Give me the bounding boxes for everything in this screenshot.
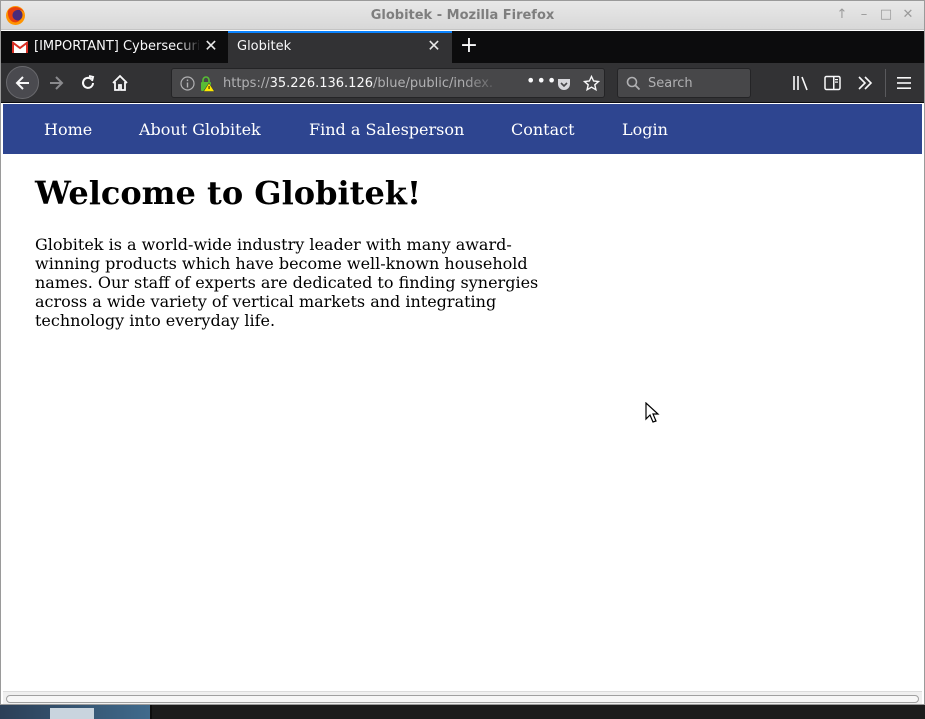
close-icon[interactable]: ✕ bbox=[203, 38, 219, 54]
taskbar-thumbnail bbox=[50, 708, 94, 719]
info-icon[interactable] bbox=[180, 76, 195, 91]
mouse-cursor-icon bbox=[645, 402, 660, 423]
url-host: 35.226.136.126 bbox=[269, 76, 373, 91]
url-bar[interactable]: https://35.226.136.126/blue/public/index… bbox=[171, 68, 605, 98]
scrollbar-thumb[interactable] bbox=[6, 695, 919, 703]
tab-strip: [IMPORTANT] Cybersecurity ✕ Globitek ✕ + bbox=[1, 31, 924, 63]
nav-link-find-salesperson[interactable]: Find a Salesperson bbox=[309, 120, 464, 139]
nav-link-about[interactable]: About Globitek bbox=[139, 120, 261, 139]
url-text[interactable]: https://35.226.136.126/blue/public/index… bbox=[223, 76, 493, 91]
tab-fade bbox=[179, 31, 201, 61]
overflow-chevron-icon[interactable] bbox=[857, 75, 873, 91]
tab-label: [IMPORTANT] Cybersecurity bbox=[34, 39, 199, 54]
url-fade bbox=[462, 71, 502, 95]
home-button[interactable] bbox=[105, 68, 135, 98]
arrow-left-icon bbox=[15, 75, 29, 90]
title-bar: Globitek - Mozilla Firefox ↑ – □ ✕ bbox=[1, 1, 924, 30]
arrow-right-icon bbox=[50, 76, 64, 90]
tab-gmail[interactable]: [IMPORTANT] Cybersecurity ✕ bbox=[1, 31, 227, 63]
pocket-icon[interactable] bbox=[556, 76, 572, 92]
site-navigation: Home About Globitek Find a Salesperson C… bbox=[3, 104, 922, 154]
url-scheme: https:// bbox=[223, 76, 270, 91]
page-content: Home About Globitek Find a Salesperson C… bbox=[3, 104, 922, 691]
window-title: Globitek - Mozilla Firefox bbox=[370, 8, 555, 23]
reload-icon bbox=[82, 75, 95, 89]
tab-label: Globitek bbox=[237, 39, 292, 54]
toolbar-divider bbox=[885, 69, 886, 97]
library-icon[interactable] bbox=[792, 75, 810, 91]
horizontal-scrollbar[interactable] bbox=[3, 691, 922, 704]
search-placeholder: Search bbox=[648, 76, 693, 91]
intro-paragraph: Globitek is a world-wide industry leader… bbox=[35, 235, 539, 330]
gmail-icon bbox=[12, 41, 28, 53]
nav-link-login[interactable]: Login bbox=[622, 120, 668, 139]
hamburger-menu-icon[interactable] bbox=[896, 75, 912, 91]
nav-link-contact[interactable]: Contact bbox=[511, 120, 575, 139]
nav-link-home[interactable]: Home bbox=[44, 120, 92, 139]
page-title: Welcome to Globitek! bbox=[35, 174, 422, 212]
search-icon bbox=[626, 76, 641, 91]
forward-button[interactable] bbox=[41, 68, 71, 98]
window-pin-button[interactable]: ↑ bbox=[834, 7, 850, 23]
window-close-button[interactable]: ✕ bbox=[900, 7, 916, 23]
navigation-toolbar: https://35.226.136.126/blue/public/index… bbox=[1, 63, 924, 103]
reload-button[interactable] bbox=[73, 68, 103, 98]
new-tab-button[interactable]: + bbox=[457, 34, 481, 58]
back-button[interactable] bbox=[6, 66, 39, 99]
page-actions-menu-icon[interactable]: ••• bbox=[526, 71, 557, 90]
window-maximize-button[interactable]: □ bbox=[878, 7, 894, 23]
taskbar bbox=[0, 705, 925, 719]
window-minimize-button[interactable]: – bbox=[856, 7, 872, 23]
firefox-window: Globitek - Mozilla Firefox ↑ – □ ✕ [IMPO… bbox=[0, 0, 925, 705]
search-bar[interactable]: Search bbox=[617, 68, 751, 98]
close-icon[interactable]: ✕ bbox=[426, 38, 442, 54]
tab-globitek[interactable]: Globitek ✕ bbox=[228, 31, 452, 63]
bookmark-star-icon[interactable] bbox=[583, 75, 600, 92]
taskbar-window-item[interactable] bbox=[0, 705, 152, 719]
home-icon bbox=[112, 74, 128, 91]
insecure-lock-warning-icon[interactable] bbox=[199, 76, 215, 92]
sidebar-toggle-icon[interactable] bbox=[824, 75, 841, 91]
